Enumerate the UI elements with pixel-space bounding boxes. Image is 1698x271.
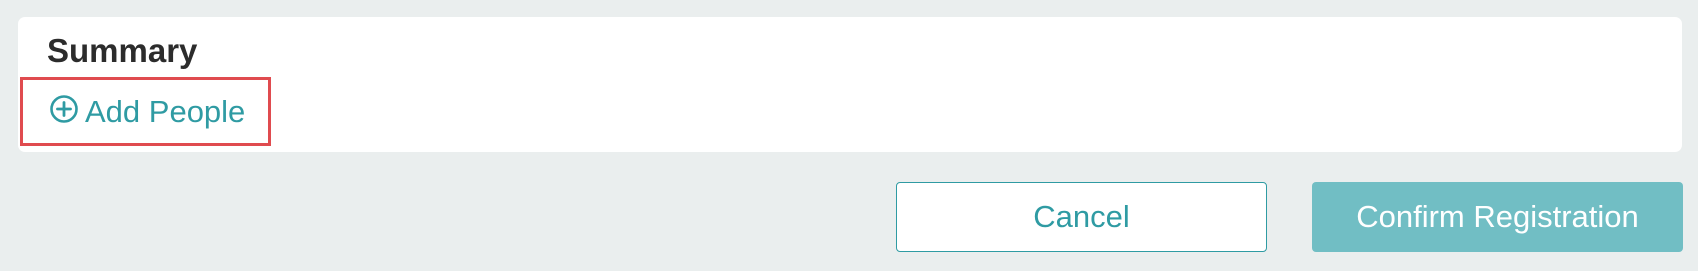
cancel-button[interactable]: Cancel: [896, 182, 1267, 252]
summary-panel: Summary Add People: [18, 17, 1682, 152]
summary-title: Summary: [47, 32, 198, 69]
add-people-label: Add People: [85, 94, 246, 129]
add-people-button[interactable]: Add People: [20, 77, 271, 146]
plus-circle-icon: [49, 94, 79, 129]
confirm-registration-button[interactable]: Confirm Registration: [1312, 182, 1683, 252]
